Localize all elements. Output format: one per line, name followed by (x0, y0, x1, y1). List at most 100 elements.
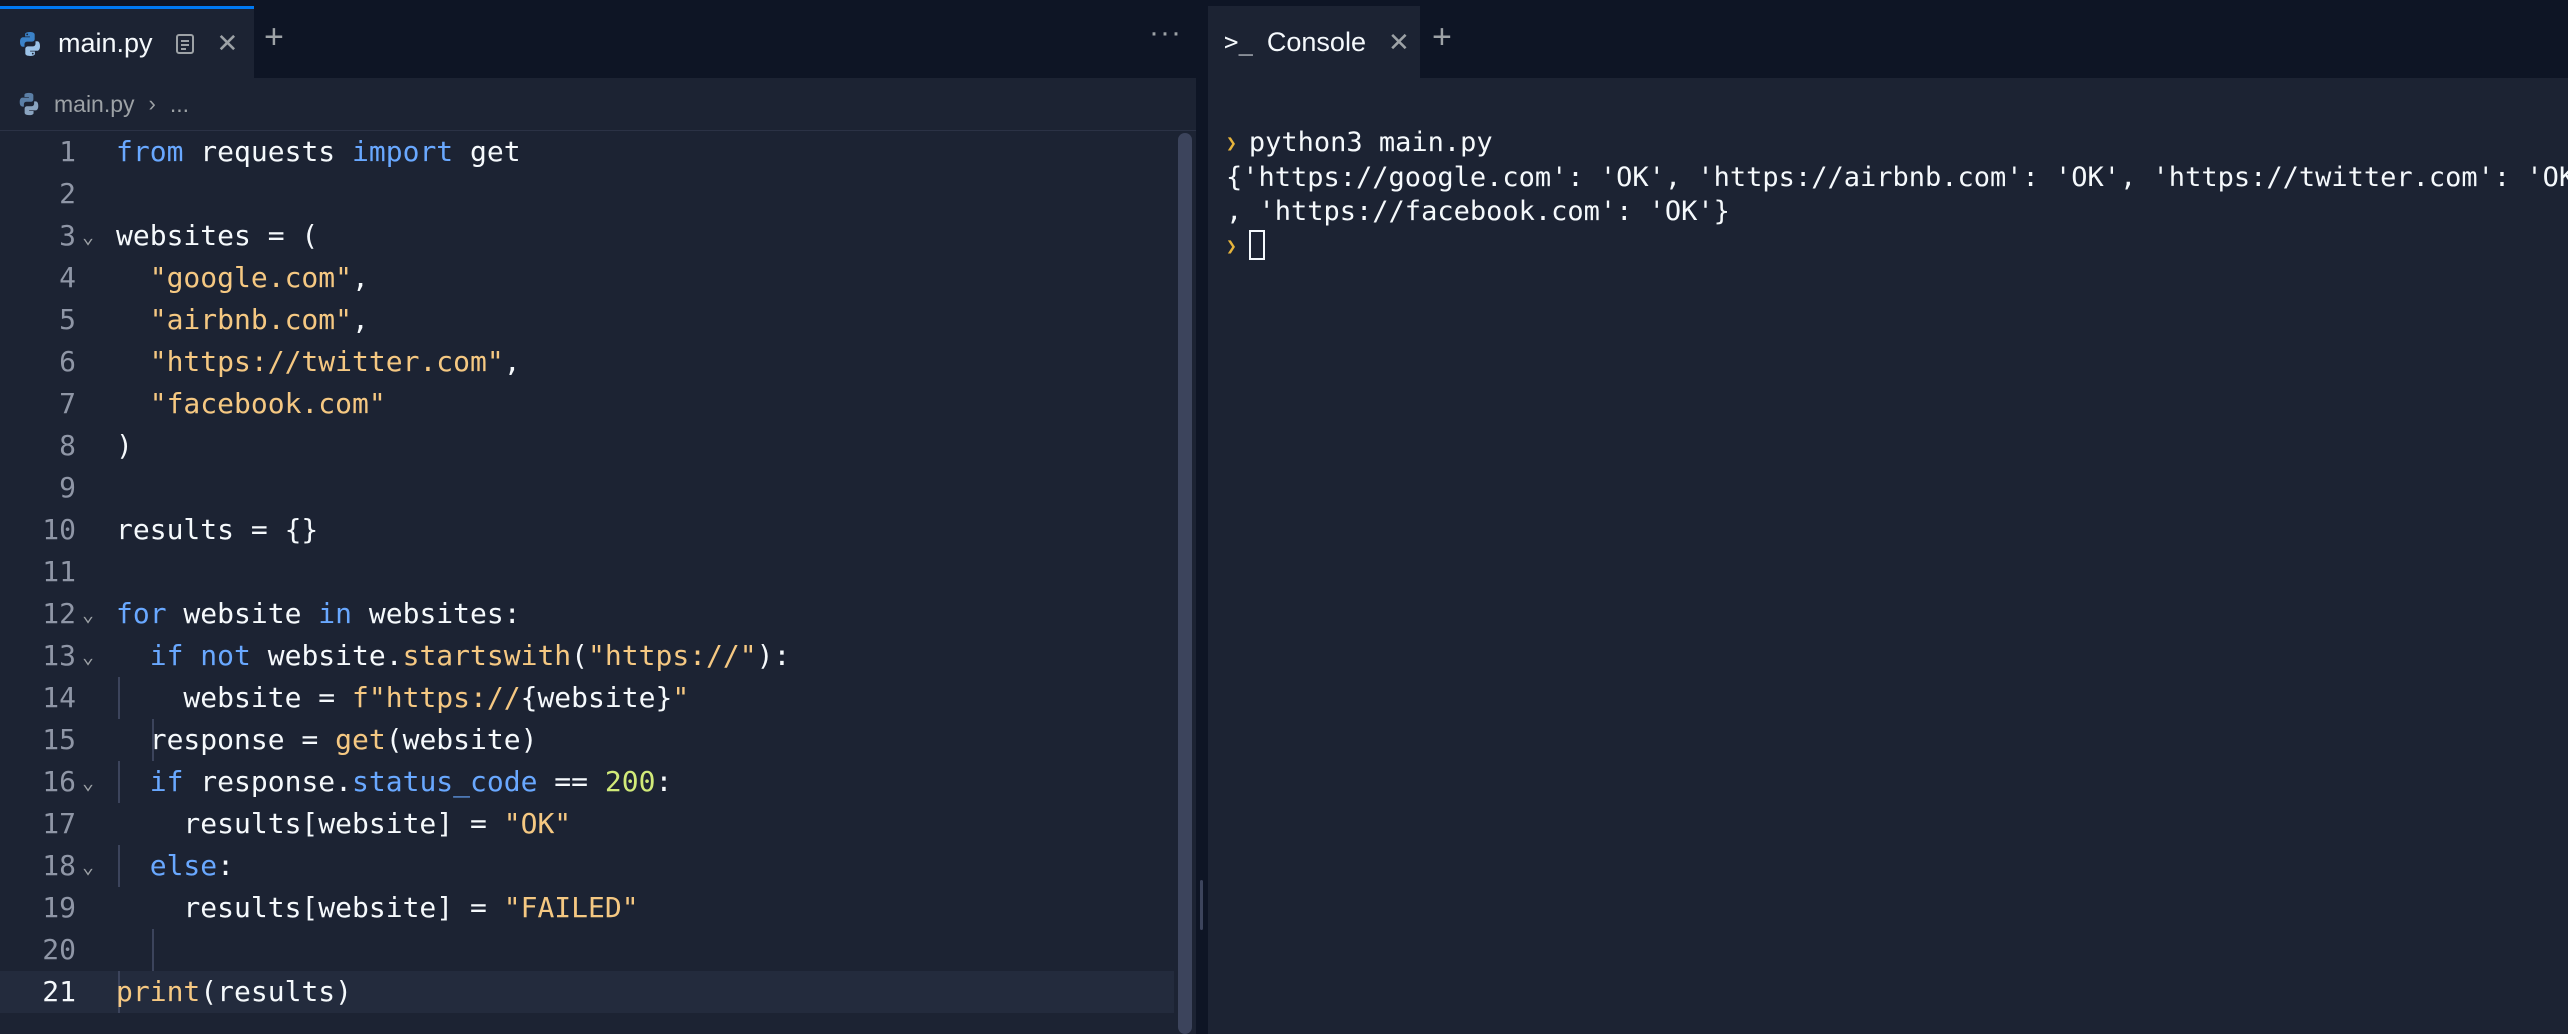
input-line[interactable]: ❯ (1226, 229, 2568, 264)
code-line[interactable]: 2 (0, 173, 1174, 215)
code-token: , (503, 345, 521, 378)
add-tab-icon[interactable]: + (264, 18, 284, 57)
code-text: website = f"https://{website}" (116, 677, 689, 719)
code-line[interactable]: 16 ⌄ if response.status_code == 200: (0, 761, 1174, 803)
code-editor[interactable]: 1 from requests import get 2 3 ⌄ websites = (… (0, 131, 1174, 1034)
line-number: 19 (42, 891, 76, 924)
line-number: 11 (42, 555, 76, 588)
code-line[interactable]: 7 "facebook.com" (0, 383, 1174, 425)
line-number: 15 (42, 723, 76, 756)
line-number: 9 (59, 471, 76, 504)
code-line[interactable]: 13 ⌄ if not website.startswith("https://"… (0, 635, 1174, 677)
fold-chevron-icon[interactable]: ⌄ (82, 761, 94, 803)
code-token: 200 (604, 765, 656, 798)
code-token: results = {} (116, 513, 319, 546)
code-line[interactable]: 19 results[website] = "FAILED" (0, 887, 1174, 929)
code-line[interactable]: 3 ⌄ websites = ( (0, 215, 1174, 257)
console-output[interactable]: ❯ python3 main.py {'https://google.com': '… (1226, 92, 2568, 332)
code-text: results[website] = "FAILED" (116, 887, 638, 929)
code-line[interactable]: 4 "google.com", (0, 257, 1174, 299)
line-number: 7 (59, 387, 76, 420)
console-pane: >_ Console ✕ + ❯ python3 main.py {'https:/… (1208, 0, 2568, 1034)
tab-main-py[interactable]: main.py ✕ (0, 6, 254, 78)
fold-chevron-icon[interactable]: ⌄ (82, 215, 94, 257)
pane-splitter[interactable] (1196, 0, 1208, 1034)
line-number: 2 (59, 177, 76, 210)
code-token: response = (116, 723, 336, 756)
code-text: results = {} (116, 509, 318, 551)
code-token: print (116, 975, 201, 1008)
code-line[interactable]: 8) (0, 425, 1174, 467)
terminal-icon: >_ (1224, 28, 1253, 56)
code-token: {website} (520, 681, 673, 714)
python-icon (16, 30, 44, 58)
code-line[interactable]: 10 results = {} (0, 509, 1174, 551)
scrollbar-thumb[interactable] (1178, 133, 1192, 1034)
line-number: 21 (42, 975, 76, 1008)
code-text: else: (116, 845, 234, 887)
close-icon[interactable]: ✕ (217, 28, 239, 59)
close-icon[interactable]: ✕ (1388, 27, 1410, 58)
code-line[interactable]: 18 ⌄ else: (0, 845, 1174, 887)
code-token: in (318, 597, 353, 630)
code-text: ) (116, 425, 133, 467)
code-token: get (453, 135, 521, 168)
code-line[interactable]: 21 print(results) (0, 971, 1174, 1013)
code-token: ( (571, 639, 589, 672)
file-outline-icon[interactable] (175, 33, 195, 55)
code-text: if not website.startswith("https://"): (116, 635, 791, 677)
line-number: 13 (42, 639, 76, 672)
breadcrumb-file[interactable]: main.py (54, 91, 135, 118)
fold-chevron-icon[interactable]: ⌄ (82, 635, 94, 677)
python-icon (16, 91, 42, 117)
code-token: results[website] = (116, 891, 504, 924)
code-text: response = get(website) (116, 719, 538, 761)
add-tab-icon[interactable]: + (1432, 18, 1452, 57)
tab-label: Console (1266, 26, 1366, 57)
breadcrumb: main.py › ... (0, 78, 1196, 131)
code-line[interactable]: 12 ⌄ for website in websites: (0, 593, 1174, 635)
code-token: , (352, 303, 369, 336)
code-token: "https://twitter.com" (149, 345, 504, 378)
fold-chevron-icon[interactable]: ⌄ (82, 593, 94, 635)
code-text: "facebook.com" (116, 383, 386, 425)
code-line[interactable]: 14 website = f"https://{website}" (0, 677, 1174, 719)
prompt-icon: ❯ (1226, 236, 1237, 257)
code-line[interactable]: 9 (0, 467, 1174, 509)
code-token: website. (250, 639, 403, 672)
code-token: else (149, 849, 218, 882)
more-options-icon[interactable]: ··· (1149, 16, 1182, 50)
code-token: startswith (402, 639, 572, 672)
code-token: (website) (385, 723, 538, 756)
code-token: response. (183, 765, 353, 798)
code-line[interactable]: 17 results[website] = "OK" (0, 803, 1174, 845)
code-token: from (116, 135, 184, 168)
line-number: 14 (42, 681, 76, 714)
code-token: "https://" (588, 639, 757, 672)
code-line[interactable]: 20 (0, 929, 1174, 971)
fold-chevron-icon[interactable]: ⌄ (82, 845, 94, 887)
code-text: "https://twitter.com", (116, 341, 521, 383)
splitter-grip[interactable] (1200, 880, 1203, 930)
code-token: "google.com" (149, 261, 353, 294)
code-token: status_code (352, 765, 538, 798)
line-number: 8 (59, 429, 76, 462)
line-number: 4 (59, 261, 76, 294)
editor-scrollbar[interactable] (1178, 131, 1192, 1034)
code-text: results[website] = "OK" (116, 803, 571, 845)
code-line[interactable]: 5 "airbnb.com", (0, 299, 1174, 341)
code-line[interactable]: 11 (0, 551, 1174, 593)
code-token: : (217, 849, 235, 882)
code-token: if (149, 639, 184, 672)
breadcrumb-more[interactable]: ... (170, 91, 189, 118)
command-text: python3 main.py (1248, 127, 1493, 158)
editor-tabbar: main.py ✕ + ··· (0, 0, 1196, 78)
code-line[interactable]: 15 response = get(website) (0, 719, 1174, 761)
code-line[interactable]: 1 from requests import get (0, 131, 1174, 173)
tab-console[interactable]: >_ Console ✕ (1208, 6, 1420, 78)
command-line: ❯ python3 main.py (1226, 126, 2568, 161)
code-line[interactable]: 6 "https://twitter.com", (0, 341, 1174, 383)
